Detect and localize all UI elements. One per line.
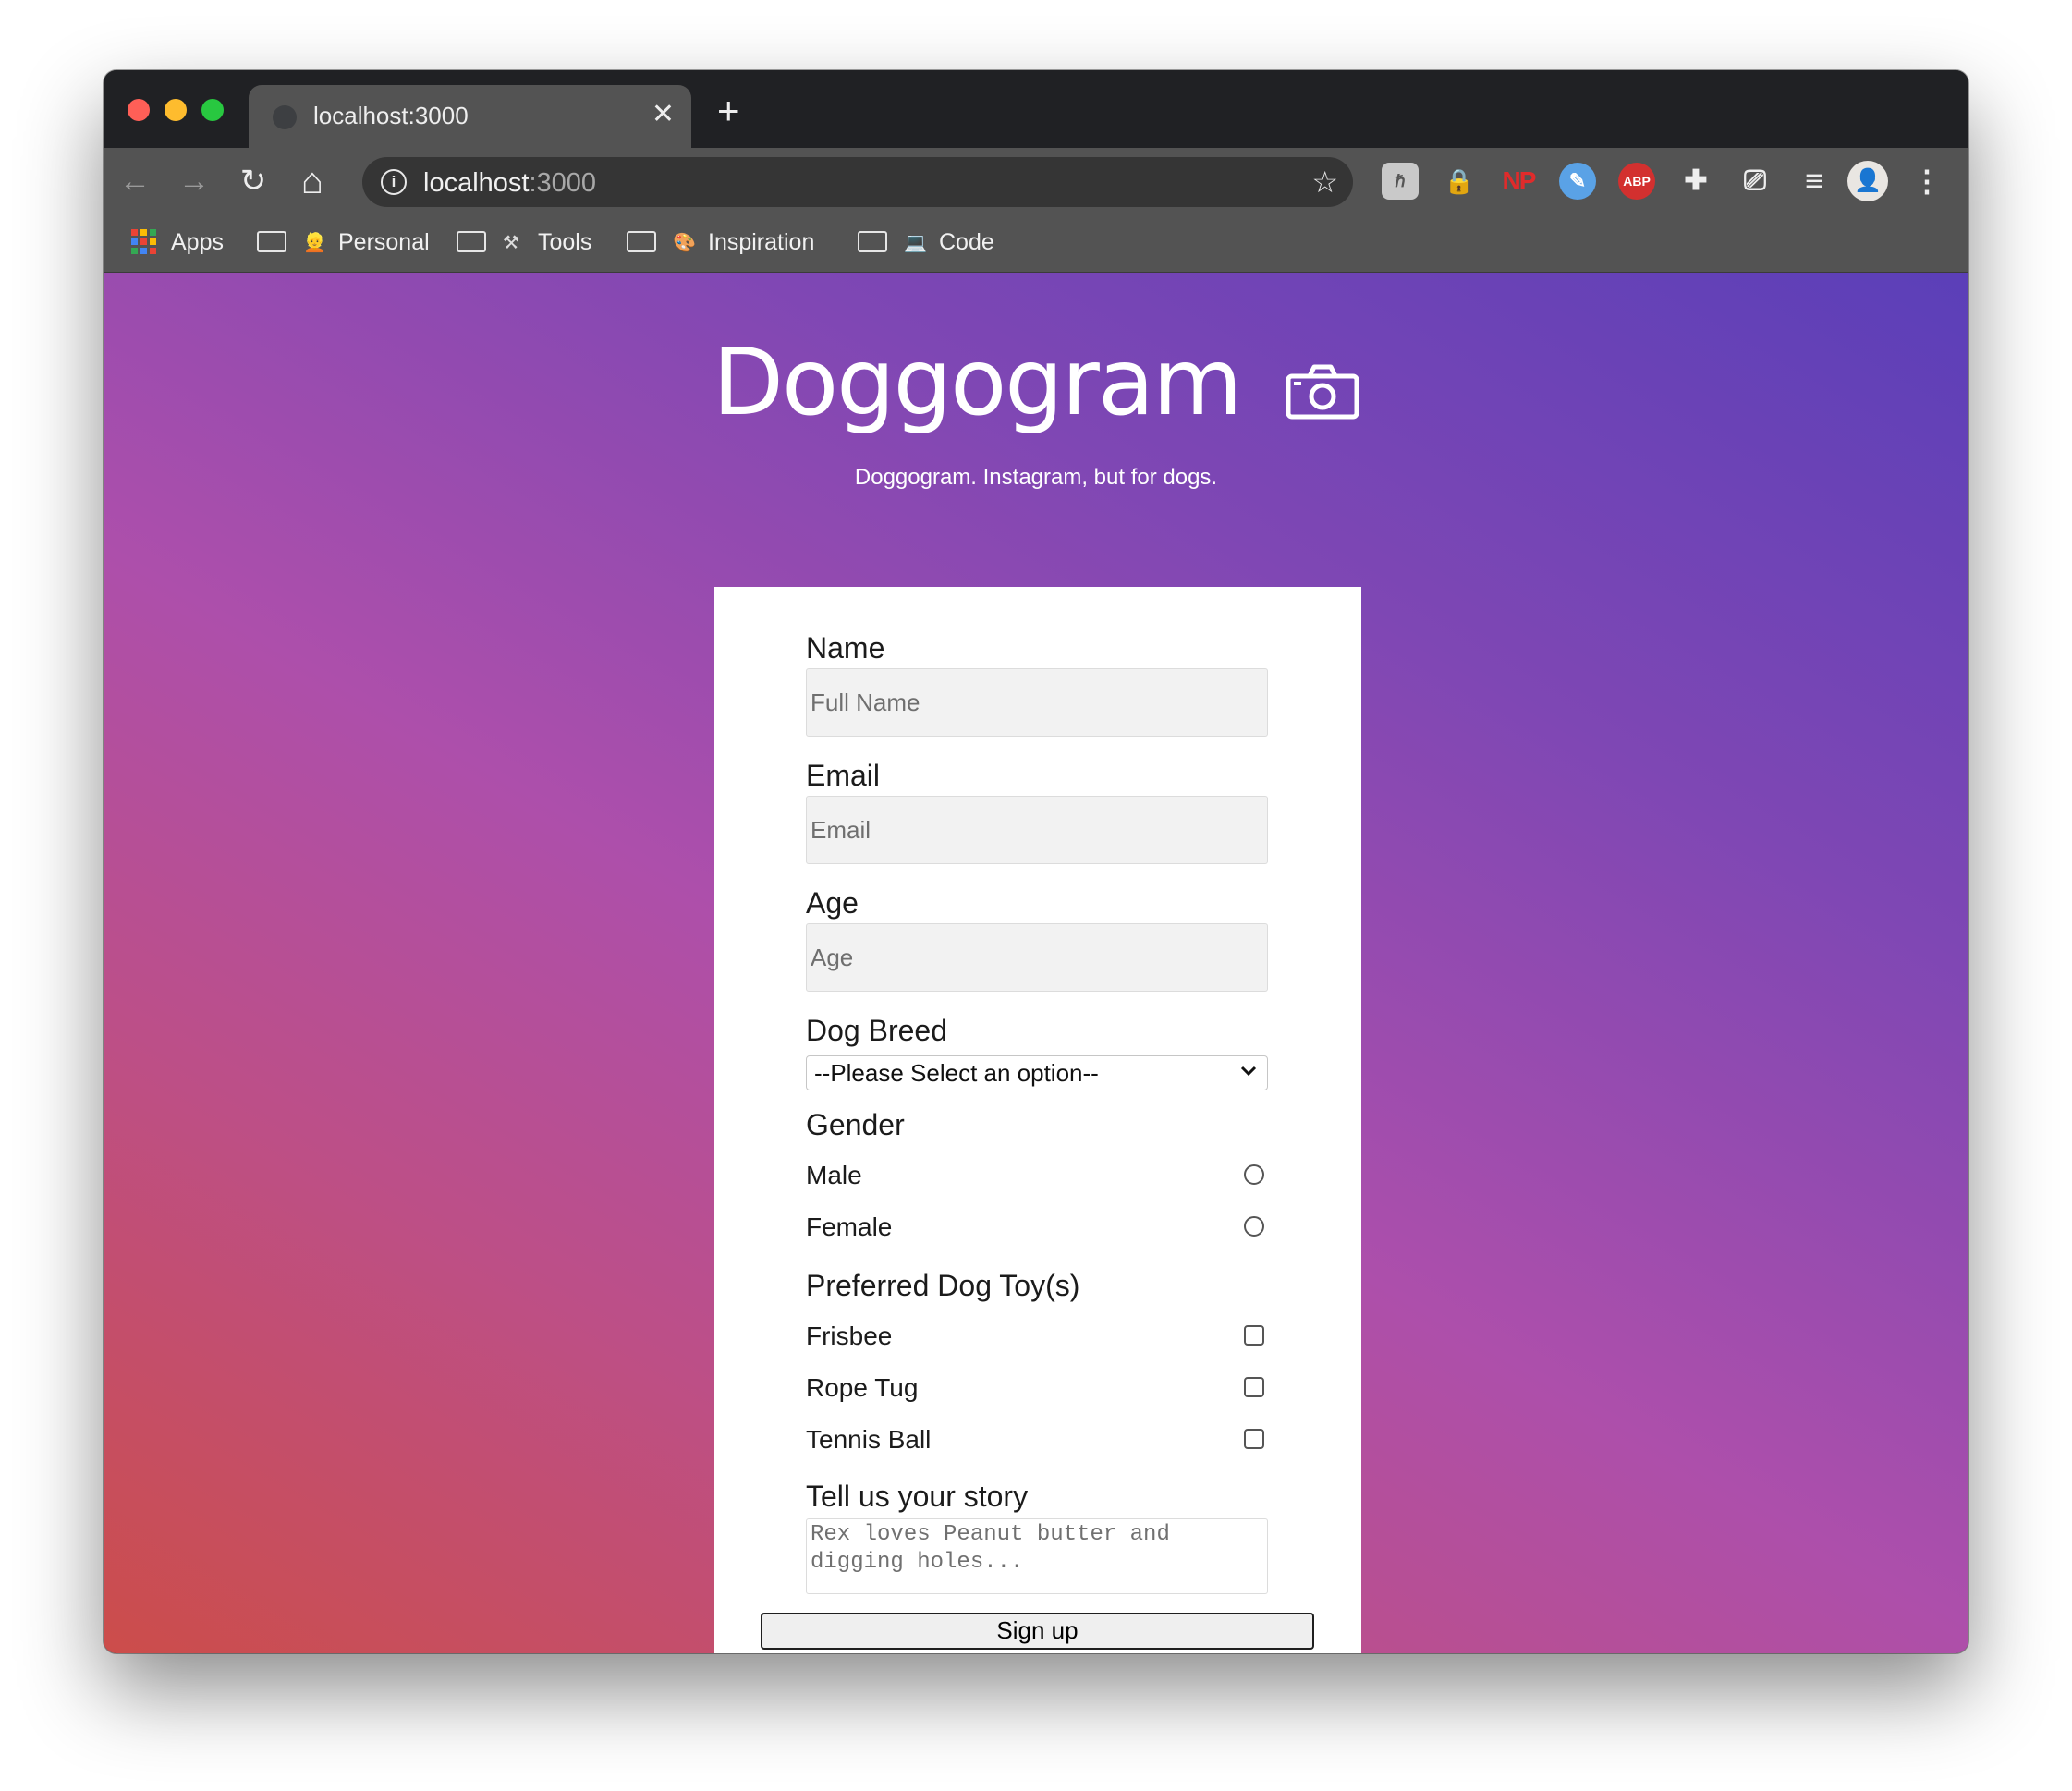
- bookmark-folder-personal[interactable]: 👱 Personal: [257, 227, 430, 258]
- folder-icon: [257, 230, 286, 252]
- bookmark-label: Personal: [338, 229, 430, 255]
- forward-icon[interactable]: →: [176, 163, 213, 200]
- palette-emoji-icon: 🎨: [673, 233, 696, 254]
- email-input[interactable]: [806, 796, 1268, 864]
- url-port: :3000: [529, 168, 597, 198]
- breed-selected-value: --Please Select an option--: [814, 1059, 1099, 1087]
- bookmark-star-icon[interactable]: ☆: [1311, 164, 1338, 200]
- toys-label: Preferred Dog Toy(s): [806, 1269, 1080, 1302]
- gender-female-radio[interactable]: [1244, 1216, 1264, 1237]
- home-icon[interactable]: ⌂: [294, 163, 331, 200]
- minimize-window-button[interactable]: [165, 99, 187, 121]
- info-icon[interactable]: i: [381, 169, 407, 195]
- breed-label: Dog Breed: [806, 1014, 947, 1047]
- avatar[interactable]: 👤: [1847, 161, 1888, 201]
- bookmark-folder-tools[interactable]: ⚒ Tools: [457, 227, 591, 258]
- breed-select[interactable]: --Please Select an option--: [806, 1055, 1268, 1090]
- email-label: Email: [806, 759, 881, 792]
- bookmark-label: Inspiration: [708, 229, 815, 255]
- more-icon[interactable]: ⋮: [1908, 163, 1945, 200]
- abp-icon[interactable]: ABP: [1618, 163, 1655, 200]
- age-input[interactable]: [806, 923, 1268, 992]
- tab-localhost[interactable]: localhost:3000 ✕: [249, 85, 691, 148]
- folder-icon: [627, 230, 656, 252]
- close-tab-icon[interactable]: ✕: [652, 96, 675, 133]
- toy-rope-tug-checkbox[interactable]: [1244, 1377, 1264, 1397]
- toy-frisbee-checkbox[interactable]: [1244, 1325, 1264, 1346]
- toy-option-rope-tug-label: Rope Tug: [806, 1373, 919, 1402]
- story-textarea[interactable]: Rex loves Peanut butter and digging hole…: [806, 1518, 1268, 1594]
- signup-button[interactable]: Sign up: [761, 1613, 1314, 1650]
- laptop-emoji-icon: 💻: [904, 233, 927, 254]
- name-label: Name: [806, 631, 885, 664]
- gender-option-male-label: Male: [806, 1161, 862, 1189]
- back-icon[interactable]: ←: [116, 163, 153, 200]
- bookmark-label: Code: [939, 229, 994, 255]
- toy-option-frisbee-label: Frisbee: [806, 1322, 893, 1350]
- age-label: Age: [806, 886, 859, 920]
- zoom-window-button[interactable]: [201, 99, 224, 121]
- bookmarks-bar: Apps 👱 Personal ⚒ Tools 🎨 Inspiration 💻 Code: [104, 214, 1968, 273]
- page-title: Doggogram: [712, 328, 1243, 436]
- np-extension-icon[interactable]: NP: [1500, 163, 1537, 200]
- cast-icon[interactable]: ⎚: [1737, 163, 1773, 200]
- signup-form: Name Email Age Dog Breed --Please Select…: [714, 587, 1361, 1653]
- reload-icon[interactable]: ↻: [235, 163, 272, 200]
- bookmark-folder-inspiration[interactable]: 🎨 Inspiration: [627, 227, 814, 258]
- toy-option-tennis-ball-label: Tennis Ball: [806, 1425, 932, 1454]
- browser-window: localhost:3000 ✕ + ← → ↻ ⌂ i localhost:3…: [104, 70, 1968, 1653]
- gender-option-female-label: Female: [806, 1212, 893, 1241]
- browser-toolbar: ← → ↻ ⌂ i localhost:3000 ☆ ℏ 🔒 NP ✎ ABP …: [104, 148, 1968, 214]
- person-emoji-icon: 👱: [303, 233, 326, 254]
- url-text: localhost:3000: [423, 168, 596, 199]
- url-host: localhost: [423, 168, 530, 198]
- lock-extension-icon[interactable]: 🔒: [1441, 163, 1478, 200]
- brand-header: Doggogram: [104, 328, 1968, 436]
- globe-icon: [273, 105, 297, 129]
- tagline: Doggogram. Instagram, but for dogs.: [854, 465, 1218, 490]
- name-input[interactable]: [806, 668, 1268, 737]
- close-window-button[interactable]: [128, 99, 150, 121]
- bookmark-label: Apps: [171, 229, 224, 255]
- folder-icon: [858, 230, 887, 252]
- tools-emoji-icon: ⚒: [503, 233, 519, 254]
- gender-label: Gender: [806, 1108, 905, 1141]
- apps-grid-icon: [131, 228, 156, 254]
- puzzle-icon[interactable]: ✚: [1677, 163, 1714, 200]
- tab-strip: localhost:3000 ✕ +: [104, 70, 1968, 148]
- camera-icon: [1286, 362, 1359, 424]
- tab-title: localhost:3000: [313, 102, 469, 129]
- bookmark-folder-code[interactable]: 💻 Code: [858, 227, 994, 258]
- toy-tennis-ball-checkbox[interactable]: [1244, 1429, 1264, 1449]
- address-bar[interactable]: i localhost:3000 ☆: [362, 157, 1353, 207]
- page-content: Doggogram Doggogram. Instagram, but for …: [104, 273, 1968, 1653]
- bookmark-label: Tools: [538, 229, 592, 255]
- bookmark-apps[interactable]: Apps: [131, 227, 224, 257]
- new-tab-button[interactable]: +: [717, 91, 740, 130]
- media-queue-icon[interactable]: ≡: [1796, 163, 1833, 200]
- hopper-icon[interactable]: ℏ: [1382, 163, 1419, 200]
- pen-extension-icon[interactable]: ✎: [1559, 163, 1596, 200]
- folder-icon: [457, 230, 486, 252]
- chevron-down-icon: [1239, 1065, 1258, 1082]
- story-label: Tell us your story: [806, 1480, 1029, 1513]
- gender-male-radio[interactable]: [1244, 1164, 1264, 1185]
